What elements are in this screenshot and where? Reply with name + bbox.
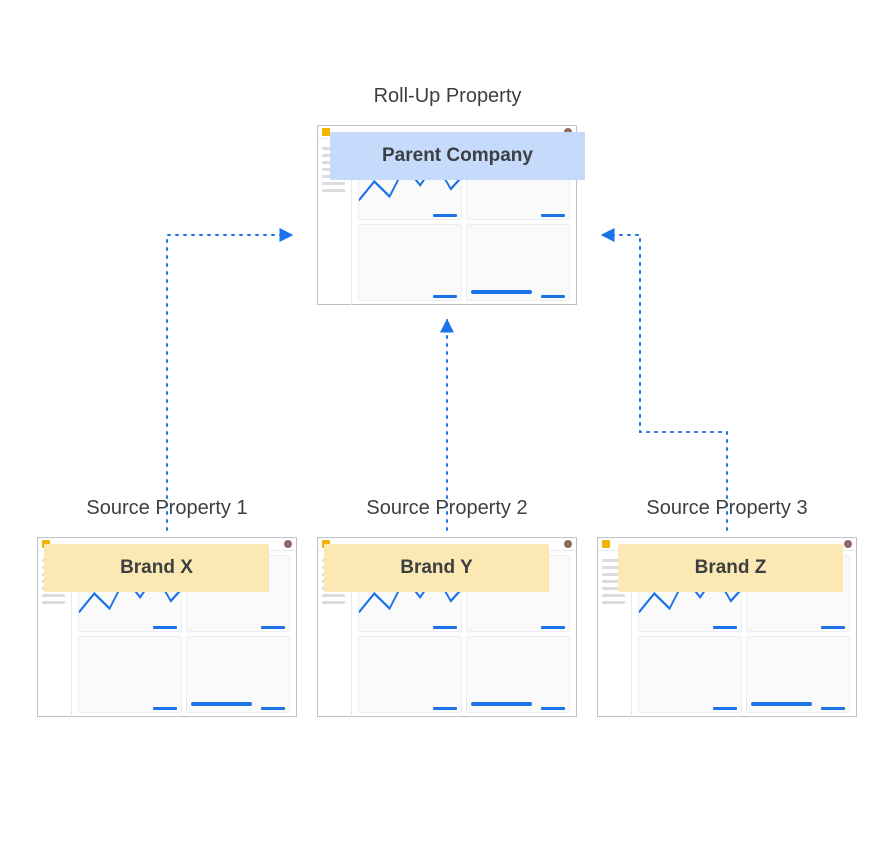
parent-title: Roll-Up Property [0, 85, 895, 108]
child-1-title: Source Property 1 [37, 497, 297, 520]
parent-label: Parent Company [382, 145, 533, 167]
child-3-label-plate: Brand Z [618, 544, 843, 592]
parent-label-plate: Parent Company [330, 132, 585, 180]
diagram-canvas: Roll-Up Property [0, 0, 895, 841]
child-1-label-plate: Brand X [44, 544, 269, 592]
child-2-label: Brand Y [400, 557, 473, 579]
child-3-title: Source Property 3 [597, 497, 857, 520]
child-3-label: Brand Z [695, 557, 767, 579]
child-2-title: Source Property 2 [317, 497, 577, 520]
child-2-label-plate: Brand Y [324, 544, 549, 592]
child-1-label: Brand X [120, 557, 193, 579]
